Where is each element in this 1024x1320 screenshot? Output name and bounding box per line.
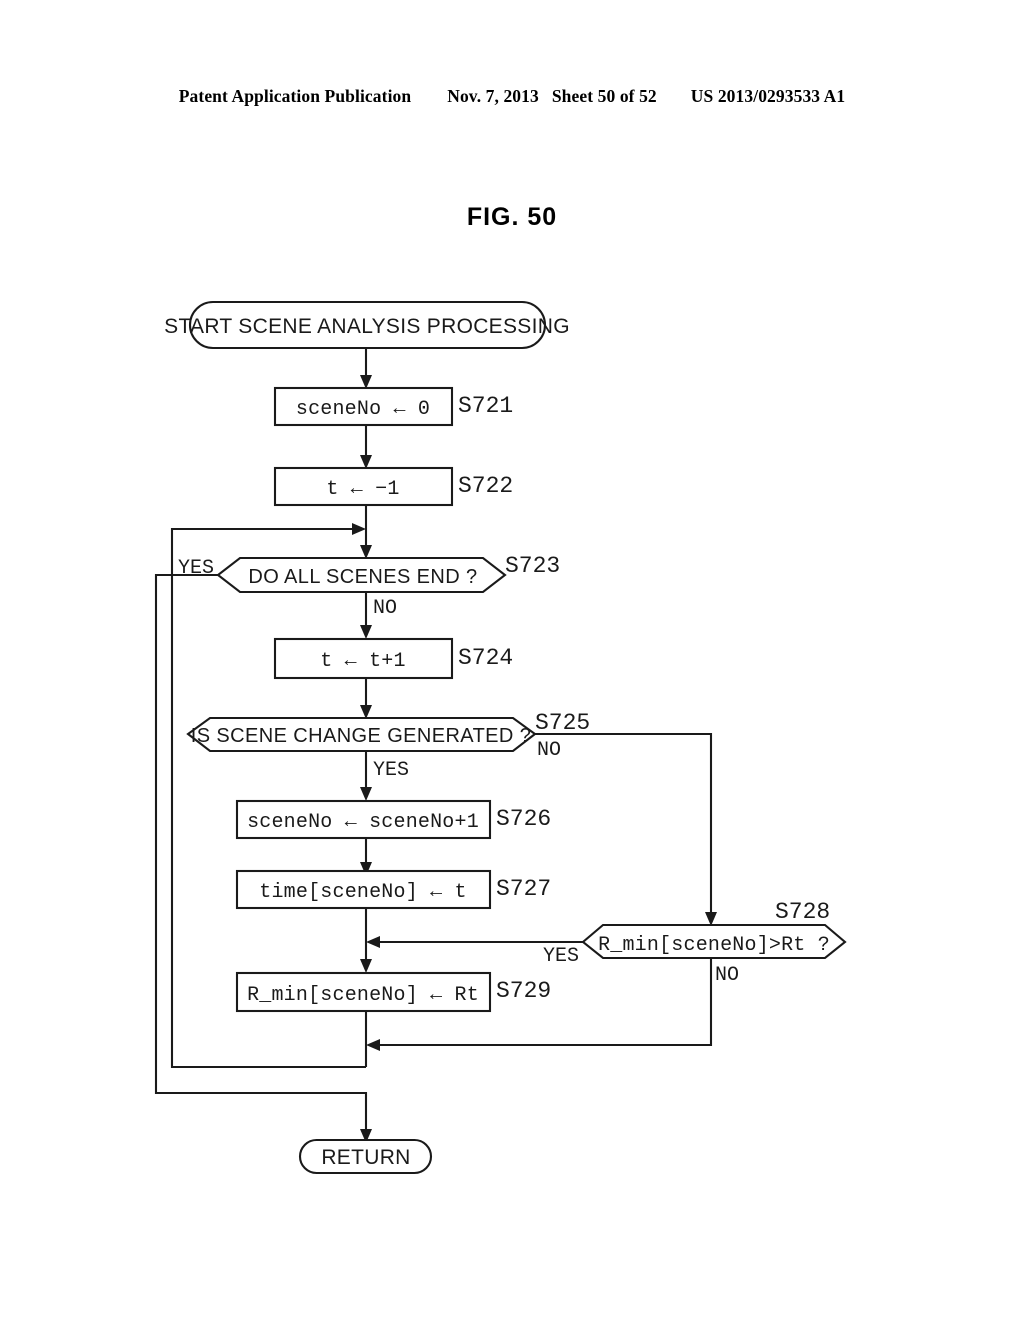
edge-s722-to-s723 [360, 505, 372, 559]
edge-start-to-s721 [360, 348, 372, 389]
flowchart: START SCENE ANALYSIS PROCESSING sceneNo … [154, 300, 847, 1175]
node-s725-step: S725 [535, 710, 590, 736]
node-s728-label: R_min[sceneNo]>Rt ? [598, 934, 830, 957]
branch-label-s728-yes: YES [543, 945, 579, 968]
node-return[interactable]: RETURN [298, 1138, 433, 1175]
node-s726-label: sceneNo ← sceneNo+1 [247, 811, 479, 834]
node-s724-label: t ← t+1 [320, 650, 405, 673]
node-s727-label: time[sceneNo] ← t [259, 881, 466, 904]
node-start-label: START SCENE ANALYSIS PROCESSING [164, 315, 570, 338]
node-s728-step: S728 [775, 899, 830, 925]
node-s723[interactable]: DO ALL SCENES END ? S723 YES NO [178, 553, 560, 620]
node-s729-label: R_min[sceneNo] ← Rt [247, 984, 479, 1007]
node-s722-label: t ← −1 [326, 478, 399, 501]
node-s729-step: S729 [496, 978, 551, 1004]
branch-label-s725-no: NO [537, 739, 561, 762]
branch-label-s728-no: NO [715, 964, 739, 987]
node-start[interactable]: START SCENE ANALYSIS PROCESSING [164, 300, 570, 350]
node-s725[interactable]: IS SCENE CHANGE GENERATED ? S725 YES NO [186, 710, 590, 782]
edge-s721-to-s722 [360, 425, 372, 469]
node-s728[interactable]: R_min[sceneNo]>Rt ? S728 YES NO [543, 899, 847, 987]
node-s729[interactable]: R_min[sceneNo] ← Rt S729 [235, 971, 551, 1013]
node-s726-step: S726 [496, 806, 551, 832]
node-s723-step: S723 [505, 553, 560, 579]
node-s726[interactable]: sceneNo ← sceneNo+1 S726 [235, 799, 551, 840]
node-s725-label: IS SCENE CHANGE GENERATED ? [191, 725, 532, 747]
node-s721-label: sceneNo ← 0 [296, 398, 430, 421]
branch-label-s723-yes: YES [178, 557, 214, 580]
node-s722-step: S722 [458, 473, 513, 499]
node-s724[interactable]: t ← t+1 S724 [273, 637, 513, 680]
branch-label-s725-yes: YES [373, 759, 409, 782]
node-s721[interactable]: sceneNo ← 0 S721 [273, 386, 513, 427]
edge-s724-to-s725 [360, 678, 372, 719]
edge-s723-to-s724 [360, 592, 372, 639]
patent-figure-page: Patent Application Publication Nov. 7, 2… [0, 0, 1024, 1320]
branch-label-s723-no: NO [373, 597, 397, 620]
node-s727-step: S727 [496, 876, 551, 902]
node-s727[interactable]: time[sceneNo] ← t S727 [235, 869, 551, 910]
node-s721-step: S721 [458, 393, 513, 419]
node-return-label: RETURN [321, 1146, 410, 1169]
edge-s725-no-to-s728 [535, 732, 717, 926]
node-s723-label: DO ALL SCENES END ? [248, 566, 477, 588]
node-s722[interactable]: t ← −1 S722 [273, 466, 513, 507]
node-s724-step: S724 [458, 645, 513, 671]
edge-s725-yes-to-s726 [360, 751, 372, 801]
